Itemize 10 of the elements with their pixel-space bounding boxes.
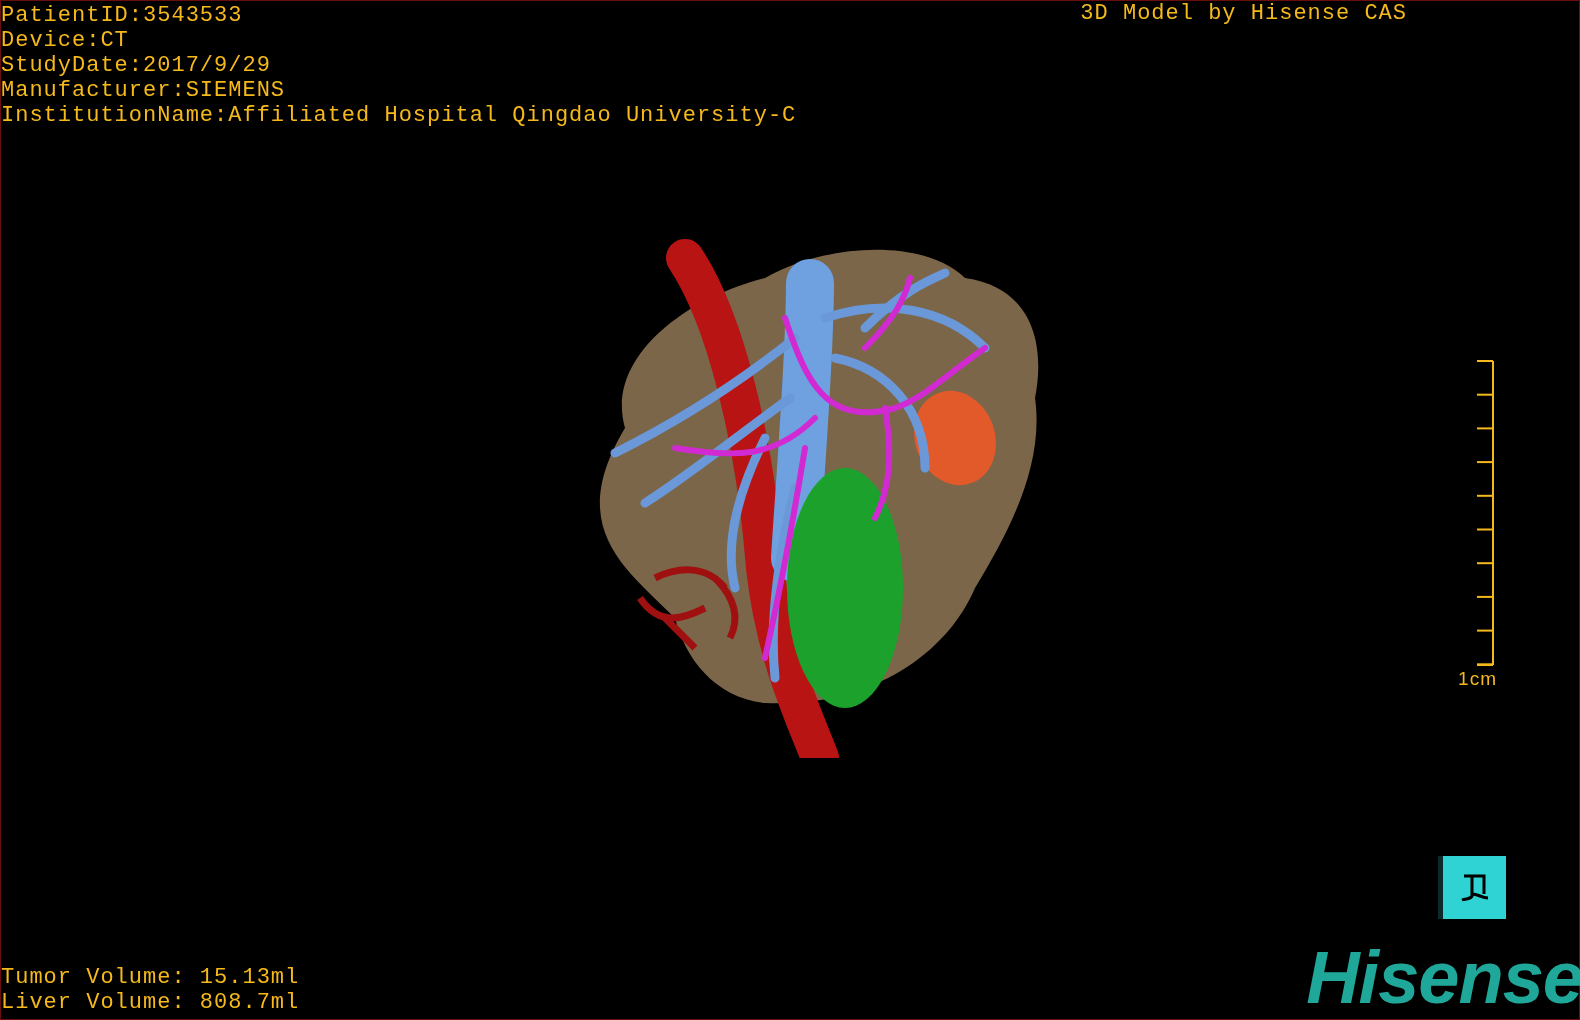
patient-info-text: PatientID:3543533 — [1, 3, 244, 28]
volume-text: Tumor Volume: 15.13ml — [1, 965, 300, 990]
volume-text: Liver Volume: 808.7ml — [1, 990, 300, 1015]
patient-info-text: Device:CT — [1, 28, 130, 53]
scale-label: 1cm — [1458, 668, 1497, 690]
scale-bar-icon — [1477, 360, 1495, 666]
patient-info-text: StudyDate:2017/9/29 — [1, 53, 272, 78]
patient-info-text: InstitutionName:Affiliated Hospital Qingdao University-C — [1, 103, 797, 128]
viewer-title: 3D Model by Hisense CAS — [1080, 1, 1407, 26]
patient-info-text: Manufacturer:SIEMENS — [1, 78, 287, 103]
